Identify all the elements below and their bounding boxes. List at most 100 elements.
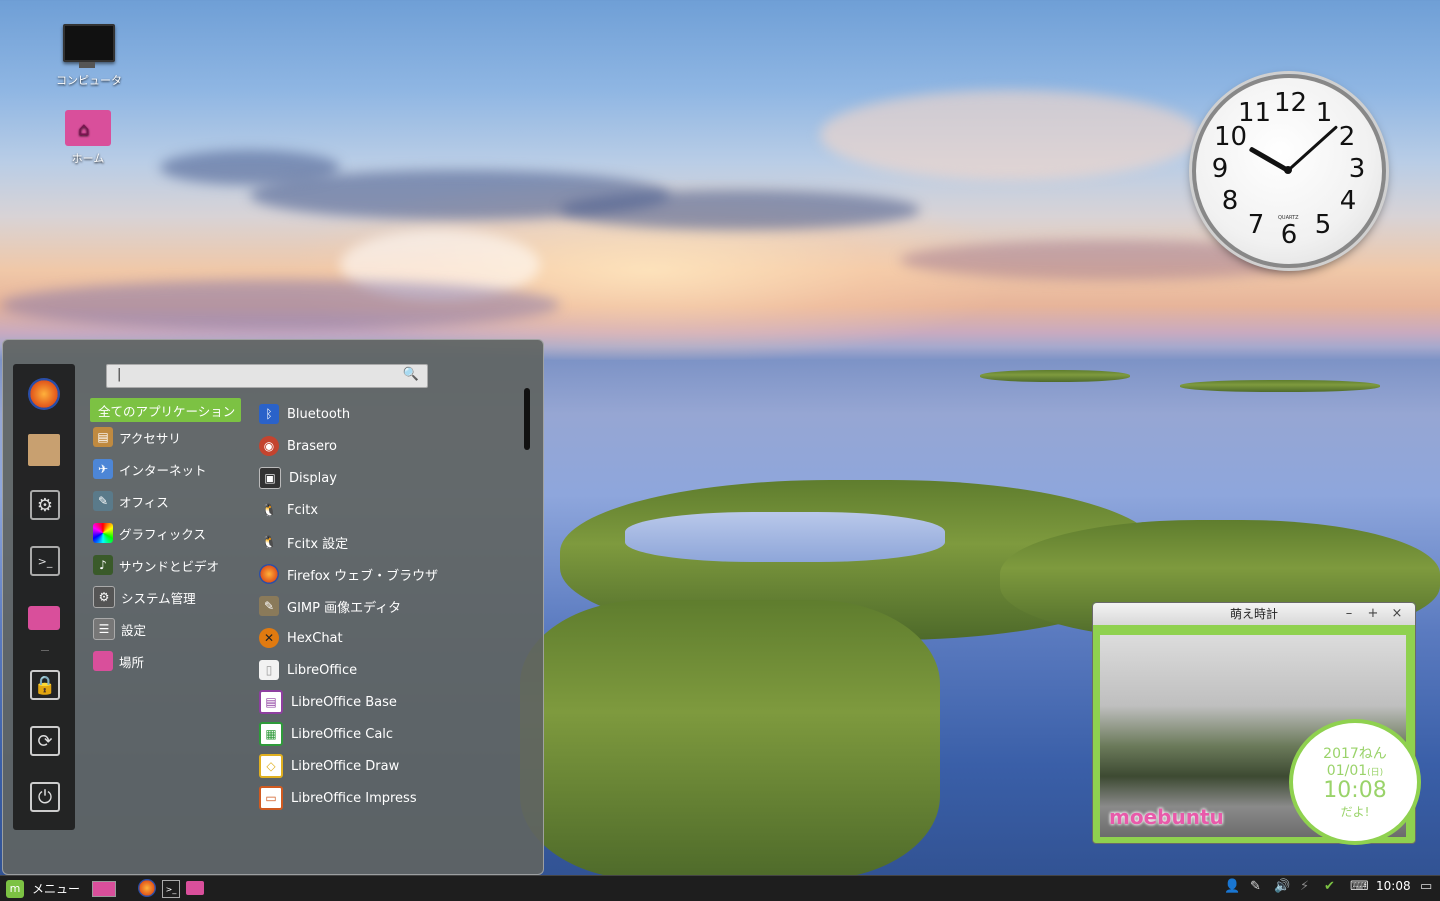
fcitx-config-icon: 🐧 — [261, 535, 277, 549]
bluetooth-icon: ᛒ — [259, 404, 279, 424]
category-all-applications[interactable]: 全てのアプリケーション — [90, 398, 242, 422]
folder-icon[interactable] — [28, 606, 60, 630]
administration-icon: ⚙ — [93, 586, 115, 608]
hexchat-icon: ✕ — [259, 628, 279, 648]
category-sound-video[interactable]: ♪ サウンドとビデオ — [93, 553, 219, 577]
cloud — [560, 190, 920, 230]
app-label: Fcitx — [287, 502, 319, 518]
category-office[interactable]: ✎ オフィス — [93, 489, 169, 513]
app-label: LibreOffice Impress — [291, 790, 417, 806]
category-label: インターネット — [119, 462, 207, 478]
category-label: 全てのアプリケーション — [98, 403, 236, 419]
app-list-scrollbar[interactable] — [524, 388, 530, 450]
app-label: Bluetooth — [287, 406, 351, 422]
computer-icon — [63, 24, 115, 68]
category-label: グラフィックス — [119, 526, 206, 542]
menu-button[interactable]: m メニュー — [6, 878, 80, 899]
category-places[interactable]: 場所 — [93, 649, 144, 673]
terminal-icon[interactable]: >_ — [30, 546, 60, 576]
app-label: LibreOffice Draw — [291, 758, 400, 774]
shield-icon[interactable]: ✔ — [1324, 879, 1335, 894]
app-item[interactable]: 🐧 Fcitx 設定 — [259, 530, 349, 554]
app-item[interactable]: ▤ LibreOffice Base — [259, 690, 397, 714]
app-item[interactable]: 🐧 Fcitx — [259, 498, 319, 522]
category-label: オフィス — [119, 494, 169, 510]
firefox-icon — [259, 564, 279, 584]
app-label: LibreOffice Base — [291, 694, 397, 710]
app-item[interactable]: ◉ Brasero — [259, 434, 337, 458]
power-icon[interactable]: ⏻ — [30, 782, 60, 812]
application-menu: ⚙ >_ 🔒 ⟳ ⏻ | 🔍 全てのアプリケーション ▤ アクセサリ ✈ インタ… — [2, 339, 544, 875]
package-icon[interactable] — [28, 434, 60, 466]
clock-minute-hand — [1286, 125, 1339, 172]
app-label: GIMP 画像エディタ — [287, 600, 402, 616]
marsh-island — [980, 370, 1130, 382]
app-label: Brasero — [287, 438, 338, 454]
marsh-island — [520, 600, 940, 880]
keyboard-icon[interactable]: ⌨ — [1350, 879, 1369, 894]
category-label: 設定 — [121, 622, 147, 638]
libreoffice-icon: ▯ — [259, 660, 279, 680]
clock-center — [1284, 166, 1292, 174]
clock-number: 5 — [1314, 210, 1332, 240]
app-item[interactable]: ▭ LibreOffice Impress — [259, 786, 417, 810]
category-label: 場所 — [119, 654, 145, 670]
desktop-computer[interactable]: コンピュータ — [44, 24, 134, 88]
minimize-button[interactable]: – — [1341, 603, 1357, 625]
lock-icon[interactable]: 🔒 — [30, 670, 60, 700]
app-item[interactable]: ✎ GIMP 画像エディタ — [259, 594, 401, 618]
app-item[interactable]: ᛒ Bluetooth — [259, 402, 350, 426]
search-icon: 🔍 — [402, 367, 419, 382]
app-item[interactable]: ▯ LibreOffice — [259, 658, 357, 682]
app-item[interactable]: ◇ LibreOffice Draw — [259, 754, 399, 778]
search-input[interactable]: | 🔍 — [106, 364, 428, 388]
mint-logo-icon: m — [6, 879, 24, 898]
volume-icon[interactable]: 🔊 — [1274, 879, 1290, 894]
category-accessories[interactable]: ▤ アクセサリ — [93, 425, 181, 449]
moe-time: 10:08 — [1323, 778, 1387, 803]
workspace-icon[interactable]: ▭ — [1420, 879, 1432, 894]
firefox-icon[interactable] — [28, 378, 60, 410]
search-value: | — [117, 367, 122, 382]
app-item[interactable]: Firefox ウェブ・ブラウザ — [259, 562, 438, 586]
app-item[interactable]: ▦ LibreOffice Calc — [259, 722, 393, 746]
network-icon[interactable]: ⚡ — [1300, 879, 1309, 894]
internet-icon: ✈ — [93, 459, 113, 479]
cloud — [0, 280, 560, 330]
clock-number: 3 — [1348, 154, 1366, 184]
moe-speech-bubble: 2017ねん 01/01(日) 10:08 だよ! — [1289, 719, 1421, 845]
desktop-home-label: ホーム — [71, 152, 105, 165]
analog-clock-widget: 12 1 2 3 4 5 6 7 8 9 10 11 QUARTZ — [1192, 74, 1386, 268]
firefox-icon[interactable] — [138, 879, 156, 897]
category-administration[interactable]: ⚙ システム管理 — [93, 585, 196, 609]
close-button[interactable]: × — [1389, 603, 1405, 625]
taskbar-clock[interactable]: 10:08 — [1376, 879, 1411, 893]
show-desktop-icon[interactable] — [92, 881, 116, 897]
user-icon[interactable]: 👤 — [1224, 879, 1240, 894]
terminal-icon[interactable]: >_ — [162, 880, 180, 898]
fcitx-icon: 🐧 — [261, 503, 277, 517]
maximize-button[interactable]: + — [1365, 603, 1381, 625]
moe-titlebar[interactable]: 萌え時計 – + × — [1093, 603, 1415, 625]
menu-button-label: メニュー — [32, 882, 81, 896]
desktop-home[interactable]: ⌂ ホーム — [43, 110, 133, 166]
category-internet[interactable]: ✈ インターネット — [93, 457, 207, 481]
home-folder-icon: ⌂ — [65, 110, 111, 146]
app-item[interactable]: ✕ HexChat — [259, 626, 343, 650]
moe-weekday: (日) — [1367, 768, 1384, 778]
settings-icon[interactable]: ⚙ — [30, 490, 60, 520]
sound-video-icon: ♪ — [93, 555, 113, 575]
app-item[interactable]: ▣ Display — [259, 466, 337, 490]
cloud — [820, 90, 1200, 180]
favorites-divider — [41, 650, 49, 651]
category-graphics[interactable]: グラフィックス — [93, 521, 206, 545]
folder-icon[interactable] — [186, 881, 204, 895]
preferences-icon: ☰ — [93, 618, 115, 640]
logout-icon[interactable]: ⟳ — [30, 726, 60, 756]
favorites-bar: ⚙ >_ 🔒 ⟳ ⏻ — [13, 364, 75, 830]
pen-icon[interactable]: ✎ — [1250, 879, 1261, 894]
clock-number: 11 — [1238, 98, 1272, 128]
libreoffice-draw-icon: ◇ — [259, 754, 283, 778]
accessories-icon: ▤ — [93, 427, 113, 447]
category-preferences[interactable]: ☰ 設定 — [93, 617, 146, 641]
